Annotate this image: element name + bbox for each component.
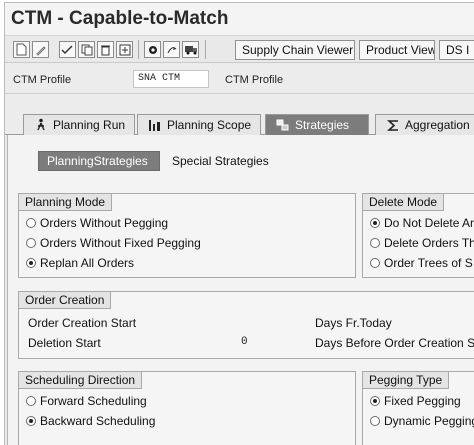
scheduling-direction-title: Scheduling Direction [19, 372, 143, 389]
delete-icon[interactable] [97, 41, 114, 58]
product-view-button[interactable]: Product View [359, 40, 435, 60]
order-creation-title: Order Creation [19, 292, 112, 309]
app-window: CTM - Capable-to-Match Supply Chain View… [4, 2, 474, 445]
title-bar: CTM - Capable-to-Match [5, 3, 474, 35]
scheduling-direction-group: Scheduling Direction Forward Scheduling … [18, 371, 356, 445]
sigma-icon [386, 118, 400, 132]
tab-planning-run[interactable]: Planning Run [23, 114, 135, 135]
radio-orders-without-pegging[interactable]: Orders Without Pegging [26, 216, 168, 230]
edit-icon[interactable] [32, 41, 49, 58]
person-run-icon [34, 118, 48, 132]
radio-do-not-delete[interactable]: Do Not Delete Ar [370, 216, 474, 230]
pegging-type-group: Pegging Type Fixed Pegging Dynamic Peggi… [362, 371, 474, 445]
radio-button[interactable] [370, 238, 380, 248]
new-icon[interactable] [13, 41, 30, 58]
tab-planning-scope[interactable]: Planning Scope [137, 114, 261, 135]
deletion-start-label: Deletion Start [28, 336, 101, 350]
radio-button[interactable] [370, 396, 380, 406]
subtab-planning-strategies[interactable]: PlanningStrategies [38, 151, 160, 171]
radio-order-trees[interactable]: Order Trees of S [370, 256, 473, 270]
radio-button[interactable] [370, 218, 380, 228]
check-icon[interactable] [59, 41, 76, 58]
ctm-profile-field[interactable]: SNA CTM [133, 70, 209, 88]
tab-label: Planning Run [53, 118, 126, 132]
radio-button[interactable] [370, 416, 380, 426]
radio-label: Backward Scheduling [40, 414, 156, 428]
strategies-icon [276, 118, 290, 132]
radio-label: Orders Without Fixed Pegging [40, 236, 201, 250]
truck-icon[interactable] [182, 41, 199, 58]
radio-label: Delete Orders Th [384, 236, 474, 250]
radio-button[interactable] [26, 416, 36, 426]
tab-label: Planning Scope [167, 118, 252, 132]
planning-mode-title: Planning Mode [19, 194, 113, 211]
radio-fixed-pegging[interactable]: Fixed Pegging [370, 394, 461, 408]
radio-forward-scheduling[interactable]: Forward Scheduling [26, 394, 147, 408]
supply-chain-viewer-button[interactable]: Supply Chain Viewer [235, 40, 355, 60]
delete-mode-title: Delete Mode [363, 194, 445, 211]
execute-icon[interactable] [163, 41, 180, 58]
tab-strategies[interactable]: Strategies [265, 114, 369, 135]
planning-mode-group: Planning Mode Orders Without Pegging Ord… [18, 193, 356, 278]
order-creation-start-unit: Days Fr.Today [315, 316, 392, 330]
radio-button[interactable] [26, 396, 36, 406]
radio-label: Do Not Delete Ar [384, 216, 474, 230]
radio-button[interactable] [26, 218, 36, 228]
radio-label: Forward Scheduling [40, 394, 147, 408]
radio-label: Orders Without Pegging [40, 216, 169, 230]
radio-dynamic-pegging[interactable]: Dynamic Pegging [370, 414, 474, 428]
application-toolbar: Supply Chain Viewer Product View DS I [5, 35, 474, 63]
main-tabstrip: Planning Run Planning Scope Strategies A… [5, 111, 474, 135]
subtab-special-strategies[interactable]: Special Strategies [164, 151, 274, 171]
radio-orders-without-fixed-pegging[interactable]: Orders Without Fixed Pegging [26, 236, 201, 250]
ctm-profile-label: CTM Profile [13, 74, 72, 86]
pegging-type-title: Pegging Type [363, 372, 450, 389]
radio-button[interactable] [26, 258, 36, 268]
radio-label: Fixed Pegging [384, 394, 461, 408]
profile-row: CTM Profile SNA CTM CTM Profile [5, 64, 474, 94]
toolbar-separator [205, 40, 206, 59]
transport-icon[interactable] [116, 41, 133, 58]
deletion-start-field[interactable]: 0 [241, 336, 248, 348]
tab-label: Aggregation [405, 118, 470, 132]
radio-backward-scheduling[interactable]: Backward Scheduling [26, 414, 155, 428]
delete-mode-group: Delete Mode Do Not Delete Ar Delete Orde… [362, 193, 474, 278]
tab-label: Strategies [295, 118, 350, 132]
bar-chart-icon [148, 118, 162, 132]
radio-label: Order Trees of S [384, 256, 473, 270]
radio-button[interactable] [370, 258, 380, 268]
radio-delete-orders[interactable]: Delete Orders Th [370, 236, 474, 250]
order-creation-group: Order Creation Order Creation Start Days… [18, 291, 474, 359]
copy-icon[interactable] [78, 41, 95, 58]
window-title: CTM - Capable-to-Match [11, 8, 229, 29]
order-creation-start-label: Order Creation Start [28, 316, 137, 330]
radio-label: Replan All Orders [40, 256, 135, 270]
radio-button[interactable] [26, 238, 36, 248]
toolbar-separator [138, 40, 139, 59]
deletion-start-unit: Days Before Order Creation Sta [315, 336, 474, 350]
radio-label: Dynamic Pegging [384, 414, 474, 428]
radio-replan-all-orders[interactable]: Replan All Orders [26, 256, 134, 270]
ctm-profile-description: CTM Profile [225, 74, 284, 86]
ds-button[interactable]: DS I [439, 40, 474, 60]
tab-aggregation[interactable]: Aggregation [375, 114, 474, 135]
settings-icon[interactable] [144, 41, 161, 58]
strategies-tab-content: PlanningStrategies Special Strategies Pl… [7, 135, 474, 445]
